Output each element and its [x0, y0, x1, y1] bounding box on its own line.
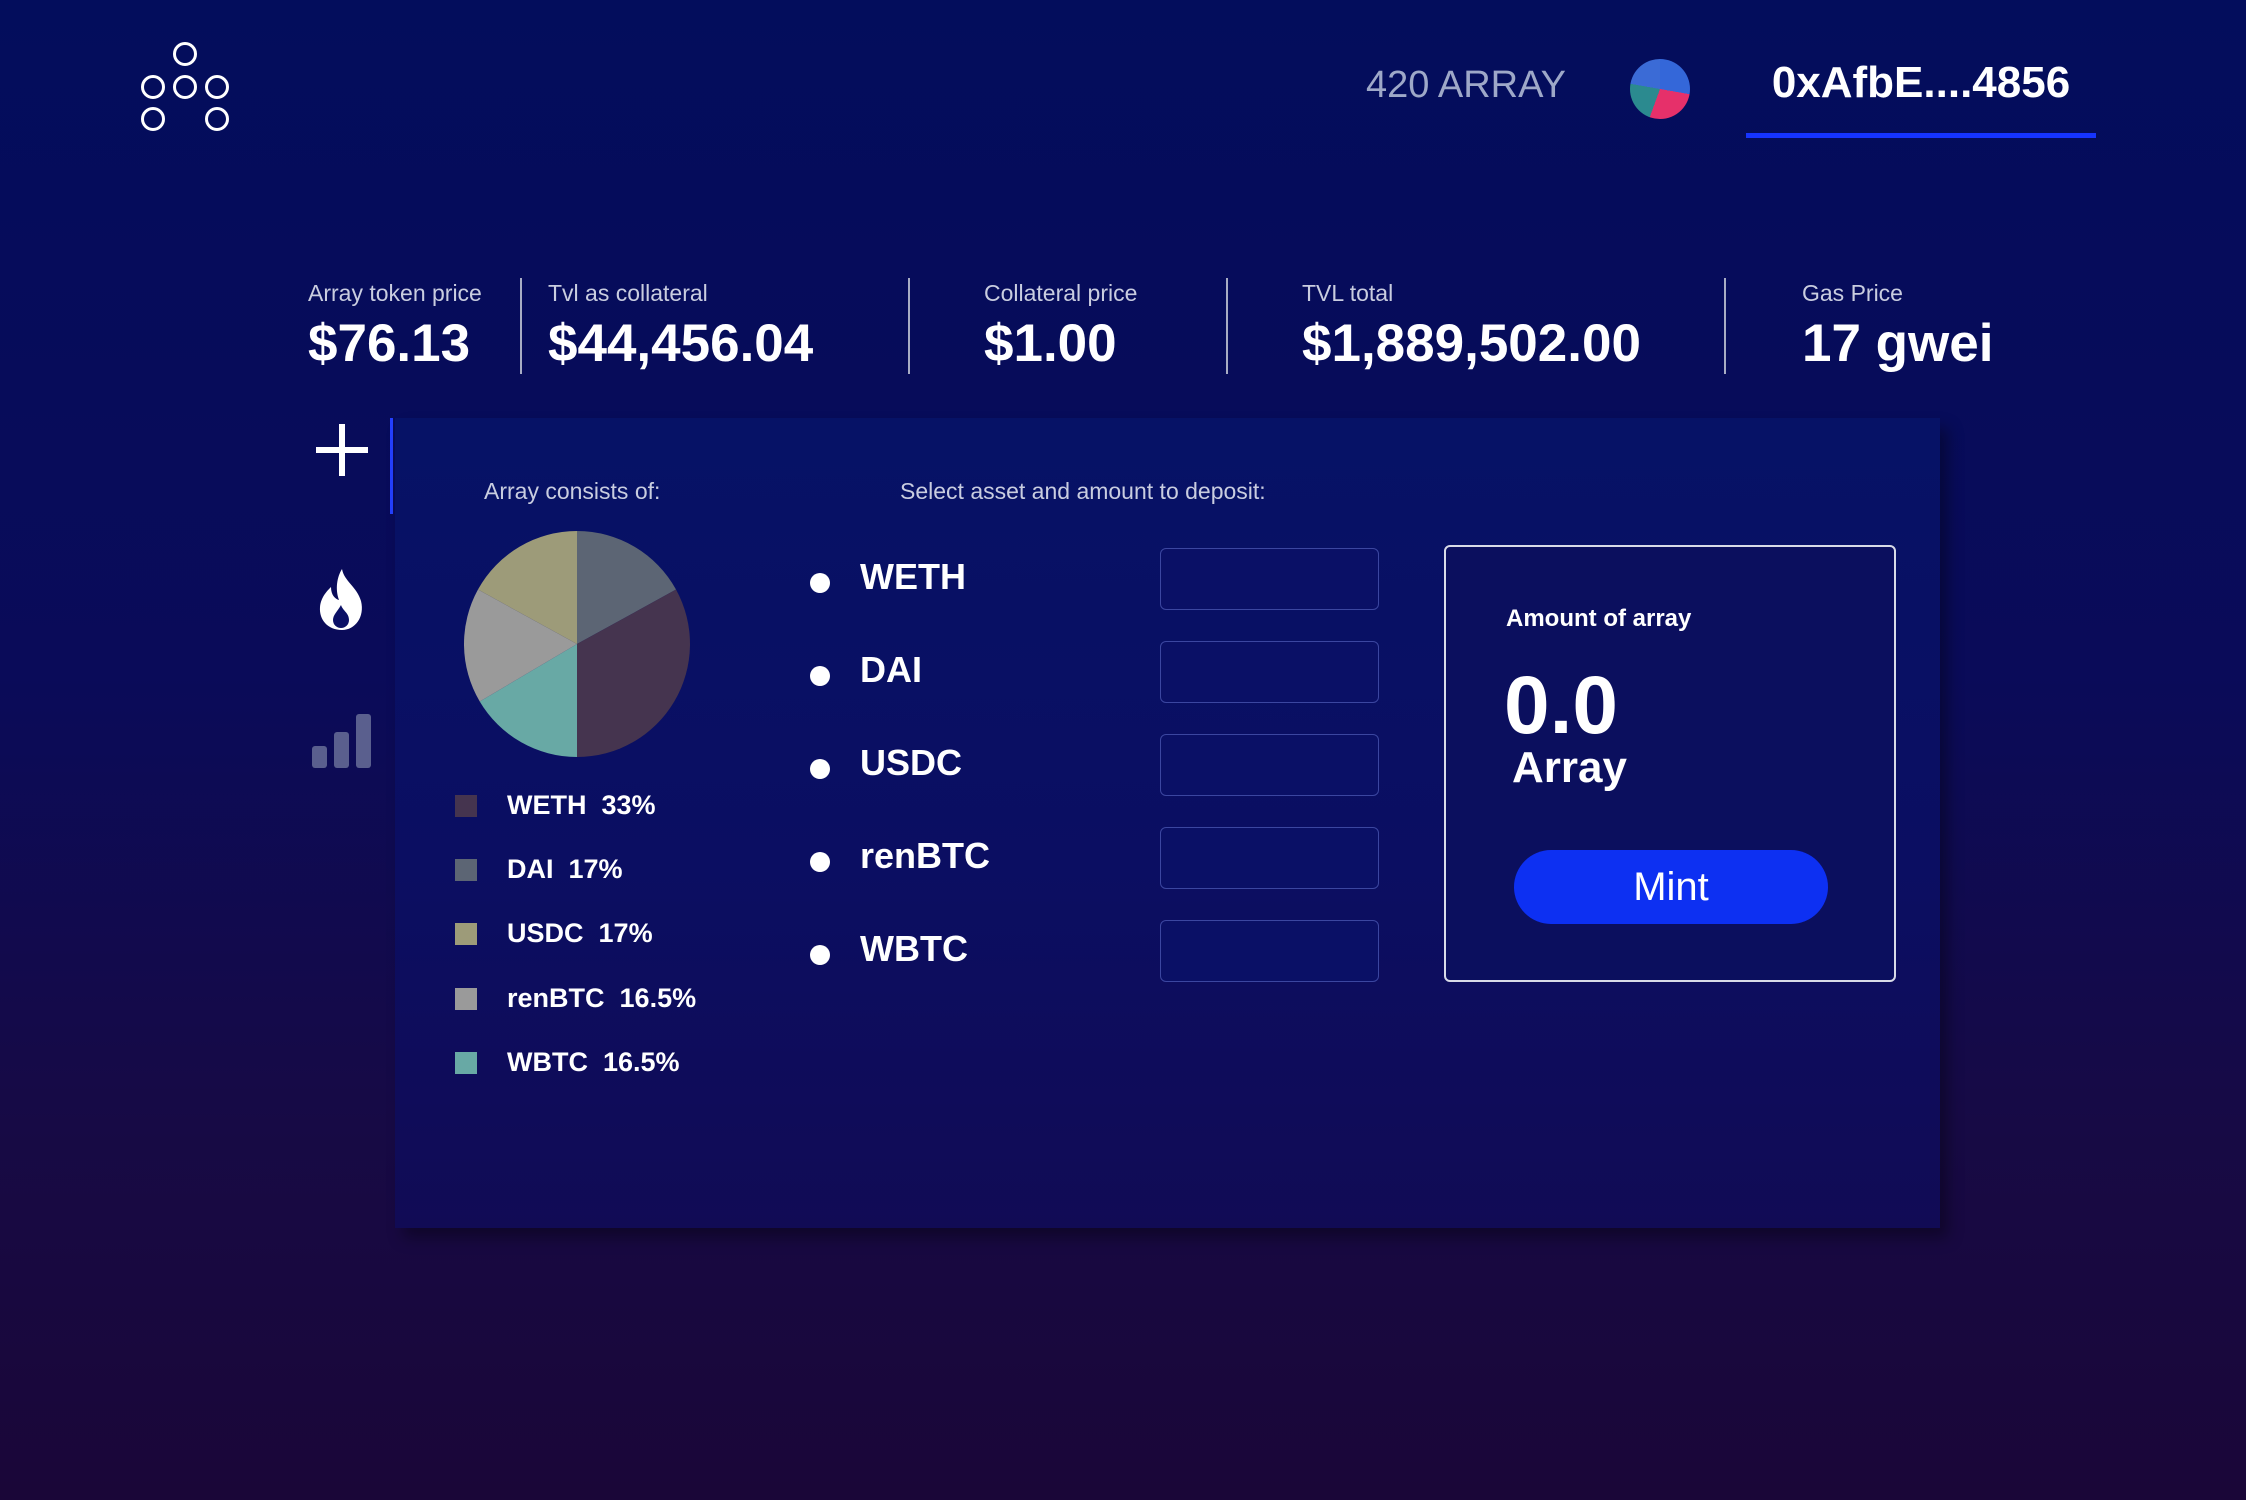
stat-value: 17 gwei	[1802, 314, 1994, 373]
stat-label: Array token price	[308, 280, 482, 306]
nav-burn-button[interactable]	[310, 568, 374, 632]
app-logo-icon[interactable]	[137, 40, 233, 136]
legend-percent: 33%	[601, 790, 656, 820]
asset-row-weth: WETH	[810, 548, 1410, 614]
wallet-avatar[interactable]	[1630, 59, 1690, 119]
mint-title: Amount of array	[1506, 605, 1692, 632]
stats-bar: Array token price $76.13 Tvl as collater…	[308, 278, 2038, 374]
stat-value: $76.13	[308, 314, 471, 373]
wallet-address: 0xAfbE....4856	[1771, 58, 2071, 107]
legend-name: USDC	[507, 918, 584, 948]
nav-active-indicator	[390, 418, 393, 514]
asset-radio[interactable]	[810, 573, 830, 593]
mint-amount: 0.0	[1504, 660, 1618, 751]
legend-name: renBTC	[507, 983, 605, 1013]
wallet-address-underline	[1746, 133, 2096, 138]
nav-mint-button[interactable]	[310, 418, 374, 482]
legend-name: WETH	[507, 790, 587, 820]
asset-name: USDC	[860, 742, 963, 783]
legend-swatch	[455, 987, 477, 1010]
asset-row-usdc: USDC	[810, 734, 1410, 800]
asset-name: WETH	[860, 556, 966, 597]
legend-item: WETH 33%	[455, 790, 656, 821]
composition-pie-chart	[464, 531, 690, 757]
fire-icon	[319, 569, 362, 630]
mint-unit: Array	[1512, 743, 1627, 792]
legend-percent: 17%	[598, 918, 653, 948]
nav-stats-button[interactable]	[310, 708, 374, 772]
asset-name: DAI	[860, 649, 922, 690]
stat-value: $44,456.04	[548, 314, 814, 373]
asset-amount-input[interactable]	[1160, 734, 1379, 796]
stat-collateral-price: Collateral price $1.00	[910, 278, 1228, 374]
legend-name: WBTC	[507, 1047, 588, 1077]
asset-amount-input[interactable]	[1160, 827, 1379, 889]
deposit-label: Select asset and amount to deposit:	[900, 478, 1266, 504]
legend-percent: 16.5%	[603, 1047, 680, 1077]
legend-name: DAI	[507, 854, 554, 884]
legend-item: USDC 17%	[455, 918, 653, 949]
legend-percent: 16.5%	[619, 983, 697, 1013]
legend-item: DAI 17%	[455, 854, 623, 885]
asset-radio[interactable]	[810, 945, 830, 965]
legend-swatch	[455, 1051, 477, 1074]
stat-label: Collateral price	[984, 280, 1138, 306]
stat-label: Tvl as collateral	[548, 280, 708, 306]
legend-swatch	[455, 858, 477, 881]
composition-label: Array consists of:	[484, 478, 661, 504]
stat-tvl-collateral: Tvl as collateral $44,456.04	[522, 278, 910, 374]
legend-swatch	[455, 794, 477, 817]
stat-label: Gas Price	[1802, 280, 1903, 306]
bar-chart-icon	[312, 714, 371, 768]
stat-tvl-total: TVL total $1,889,502.00	[1228, 278, 1726, 374]
stat-array-token-price: Array token price $76.13	[308, 278, 522, 374]
mint-card: Amount of array 0.0 Array Mint	[1444, 545, 1896, 982]
asset-name: WBTC	[860, 928, 968, 969]
asset-name: renBTC	[860, 835, 991, 876]
asset-row-dai: DAI	[810, 641, 1410, 707]
asset-radio[interactable]	[810, 852, 830, 872]
stat-label: TVL total	[1302, 280, 1394, 306]
asset-amount-input[interactable]	[1160, 920, 1379, 982]
stat-value: $1.00	[984, 314, 1117, 373]
legend-percent: 17%	[568, 854, 623, 884]
token-balance: 420 ARRAY	[1366, 64, 1566, 106]
stat-value: $1,889,502.00	[1302, 314, 1641, 373]
asset-radio[interactable]	[810, 759, 830, 779]
legend-item: WBTC 16.5%	[455, 1047, 680, 1078]
wallet-address-button[interactable]: 0xAfbE....4856	[1746, 58, 2096, 138]
asset-amount-input[interactable]	[1160, 641, 1379, 703]
legend-item: renBTC 16.5%	[455, 983, 696, 1014]
asset-row-wbtc: WBTC	[810, 920, 1410, 986]
legend-swatch	[455, 922, 477, 945]
asset-radio[interactable]	[810, 666, 830, 686]
asset-row-renbtc: renBTC	[810, 827, 1410, 893]
stat-gas-price: Gas Price 17 gwei	[1726, 278, 2038, 374]
plus-icon	[316, 424, 368, 476]
mint-button[interactable]: Mint	[1514, 850, 1828, 924]
asset-amount-input[interactable]	[1160, 548, 1379, 610]
